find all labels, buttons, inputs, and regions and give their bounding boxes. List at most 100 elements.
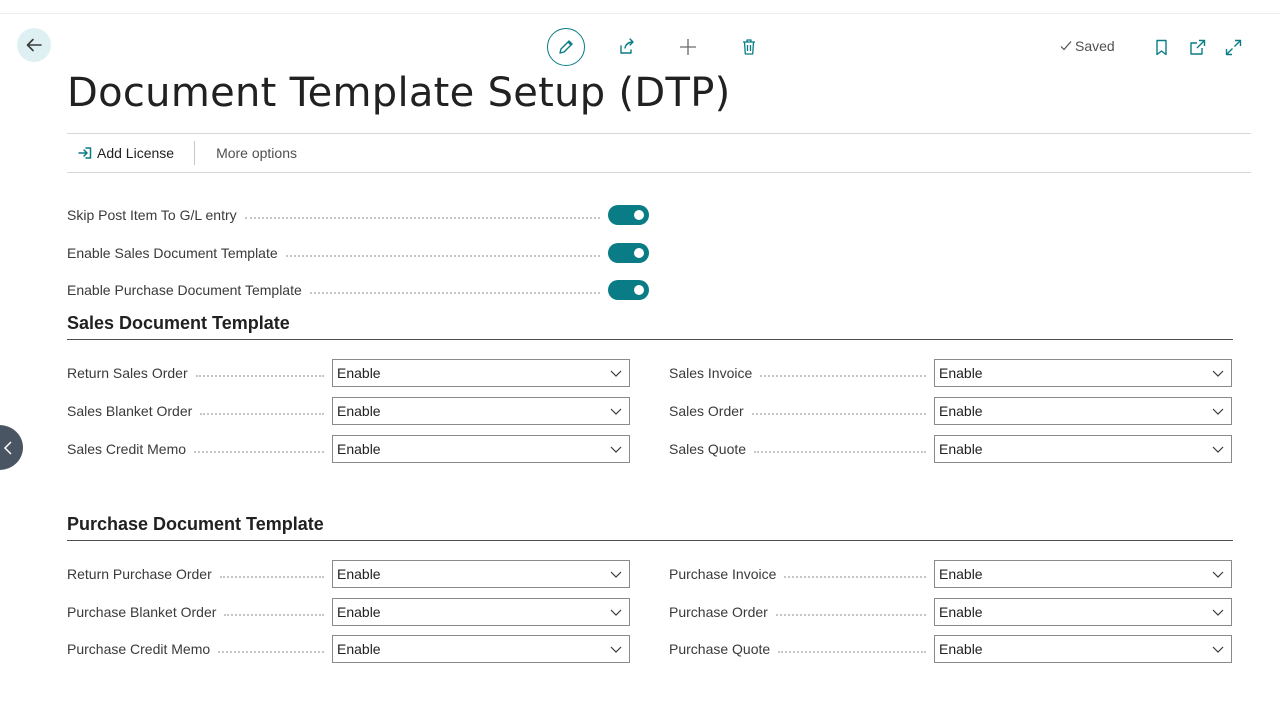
field-purchase-blanket-order: Purchase Blanket Order Enable (67, 598, 630, 626)
toggle-switch[interactable] (608, 243, 649, 263)
chevron-down-icon (610, 571, 622, 578)
field-purchase-invoice: Purchase Invoice Enable (669, 560, 1232, 588)
toggle-knob (634, 248, 644, 258)
chevron-down-icon (610, 609, 622, 616)
dropdown-select[interactable]: Enable (332, 598, 630, 626)
field-sales-credit-memo: Sales Credit Memo Enable (67, 435, 630, 463)
dropdown-select[interactable]: Enable (332, 635, 630, 663)
dropdown-select[interactable]: Enable (934, 435, 1232, 463)
leader-dots (784, 576, 926, 578)
share-icon (620, 38, 634, 54)
dropdown-value: Enable (939, 441, 983, 457)
chevron-down-icon (610, 646, 622, 653)
page-actions-right (1150, 36, 1258, 58)
back-button[interactable] (17, 28, 51, 62)
toggle-enable-purchase: Enable Purchase Document Template (67, 278, 649, 302)
chevron-down-icon (1212, 408, 1224, 415)
field-label: Purchase Credit Memo (67, 641, 211, 657)
chevron-down-icon (1212, 609, 1224, 616)
dropdown-select[interactable]: Enable (934, 397, 1232, 425)
dropdown-value: Enable (939, 403, 983, 419)
dropdown-value: Enable (939, 566, 983, 582)
more-options-button[interactable]: More options (216, 145, 297, 161)
open-new-window-button[interactable] (1186, 36, 1208, 58)
field-label: Skip Post Item To G/L entry (67, 207, 237, 223)
leader-dots (754, 451, 926, 453)
field-sales-order: Sales Order Enable (669, 397, 1232, 425)
section-divider (67, 339, 1233, 340)
dropdown-select[interactable]: Enable (934, 635, 1232, 663)
add-license-label: Add License (97, 145, 175, 161)
expand-button[interactable] (1222, 36, 1244, 58)
chevron-down-icon (1212, 646, 1224, 653)
dropdown-select[interactable]: Enable (332, 397, 630, 425)
field-label: Return Purchase Order (67, 566, 212, 582)
chevron-left-icon (3, 440, 12, 455)
chevron-down-icon (1212, 571, 1224, 578)
dropdown-select[interactable]: Enable (934, 560, 1232, 588)
field-label: Sales Quote (669, 441, 747, 457)
leader-dots (194, 451, 324, 453)
dropdown-select[interactable]: Enable (332, 435, 630, 463)
field-sales-invoice: Sales Invoice Enable (669, 359, 1232, 387)
chevron-down-icon (610, 408, 622, 415)
field-label: Purchase Blanket Order (67, 604, 217, 620)
share-button[interactable] (608, 28, 646, 66)
field-label: Purchase Quote (669, 641, 771, 657)
new-button[interactable] (669, 28, 707, 66)
field-return-sales-order: Return Sales Order Enable (67, 359, 630, 387)
toggle-switch[interactable] (608, 205, 649, 225)
field-label: Sales Order (669, 403, 744, 419)
plus-icon (680, 39, 696, 55)
add-license-button[interactable]: Add License (77, 145, 174, 161)
leader-dots (309, 292, 600, 294)
leader-dots (778, 651, 926, 653)
leader-dots (218, 651, 324, 653)
leader-dots (285, 255, 600, 257)
dropdown-select[interactable]: Enable (332, 560, 630, 588)
chevron-down-icon (610, 446, 622, 453)
expand-icon (1225, 39, 1241, 55)
dropdown-select[interactable]: Enable (934, 359, 1232, 387)
saved-indicator: Saved (1059, 38, 1115, 54)
field-return-purchase-order: Return Purchase Order Enable (67, 560, 630, 588)
back-arrow-icon (26, 38, 42, 52)
pencil-icon (559, 40, 573, 54)
page-toolbar (547, 28, 768, 66)
dropdown-select[interactable]: Enable (332, 359, 630, 387)
delete-button[interactable] (730, 28, 768, 66)
action-bar-separator (194, 141, 196, 165)
section-divider (67, 540, 1233, 541)
open-new-window-icon (1189, 39, 1205, 55)
field-label: Purchase Order (669, 604, 768, 620)
toggle-enable-sales: Enable Sales Document Template (67, 241, 649, 265)
edit-button[interactable] (547, 28, 585, 66)
dropdown-value: Enable (939, 365, 983, 381)
purchase-section-title[interactable]: Purchase Document Template (67, 514, 324, 535)
chevron-down-icon (610, 370, 622, 377)
chevron-down-icon (1212, 446, 1224, 453)
leader-dots (244, 217, 600, 219)
side-panel-toggle[interactable] (0, 425, 23, 470)
action-bar: Add License More options (67, 133, 1251, 173)
field-purchase-credit-memo: Purchase Credit Memo Enable (67, 635, 630, 663)
dropdown-value: Enable (337, 441, 381, 457)
dropdown-value: Enable (337, 365, 381, 381)
dropdown-value: Enable (939, 641, 983, 657)
field-label: Enable Sales Document Template (67, 245, 278, 261)
bookmark-button[interactable] (1150, 36, 1172, 58)
saved-label: Saved (1075, 38, 1115, 54)
sales-section-title[interactable]: Sales Document Template (67, 313, 290, 334)
field-label: Enable Purchase Document Template (67, 282, 302, 298)
dropdown-value: Enable (337, 566, 381, 582)
top-divider (0, 13, 1280, 14)
leader-dots (195, 375, 324, 377)
dropdown-value: Enable (337, 604, 381, 620)
toggle-switch[interactable] (608, 280, 649, 300)
dropdown-select[interactable]: Enable (934, 598, 1232, 626)
leader-dots (751, 413, 926, 415)
field-sales-quote: Sales Quote Enable (669, 435, 1232, 463)
field-label: Return Sales Order (67, 365, 188, 381)
field-label: Sales Credit Memo (67, 441, 187, 457)
leader-dots (224, 614, 324, 616)
